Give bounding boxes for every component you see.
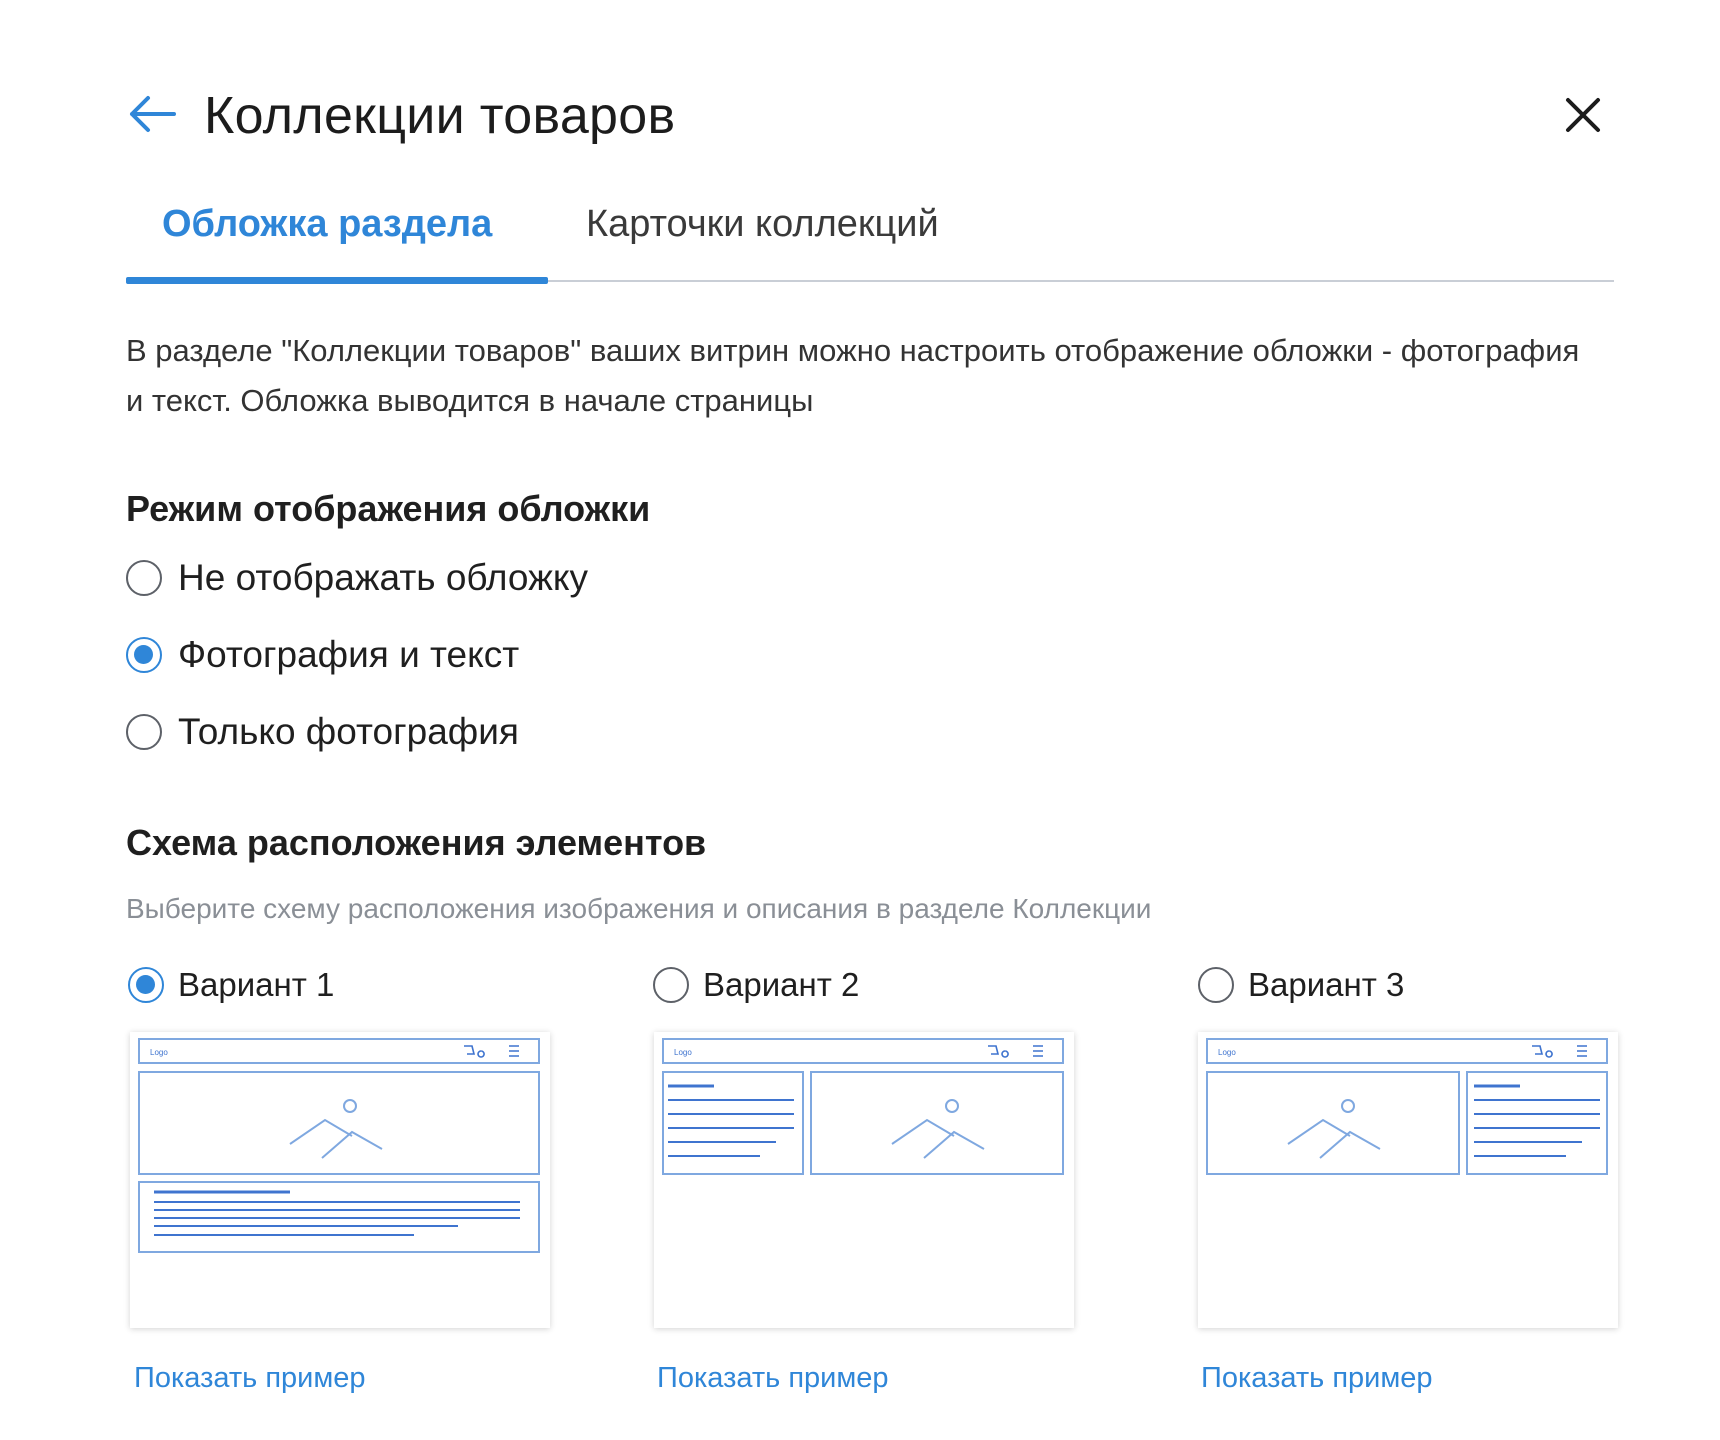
layout-scheme-hint: Выберите схему расположения изображения … bbox=[126, 893, 1152, 924]
preview-logo-text: Logo bbox=[150, 1048, 168, 1057]
radio-label: Фотография и текст bbox=[178, 634, 520, 675]
layout-preview-variant-3[interactable]: Logo bbox=[1198, 1032, 1618, 1328]
radio-button[interactable] bbox=[126, 560, 162, 596]
cover-mode-option-photo-only[interactable]: Только фотография bbox=[126, 707, 519, 757]
layout-variant-3[interactable]: Вариант 3 bbox=[1198, 960, 1404, 1010]
close-icon[interactable] bbox=[1564, 96, 1602, 134]
radio-button[interactable] bbox=[126, 714, 162, 750]
layout-variant-2[interactable]: Вариант 2 bbox=[653, 960, 859, 1010]
tabs: Обложка раздела Карточки коллекций bbox=[126, 180, 1614, 284]
collections-settings-panel: Коллекции товаров Обложка раздела Карточ… bbox=[0, 0, 1720, 1440]
preview-logo-text: Logo bbox=[1218, 1048, 1236, 1057]
wireframe-illustration: Logo bbox=[662, 1038, 1064, 1175]
radio-button[interactable] bbox=[126, 637, 162, 673]
radio-label: Только фотография bbox=[178, 711, 519, 752]
active-tab-indicator bbox=[126, 277, 548, 284]
cover-mode-title: Режим отображения обложки bbox=[126, 488, 651, 529]
radio-label: Вариант 3 bbox=[1248, 966, 1405, 1003]
show-example-link-3[interactable]: Показать пример bbox=[1201, 1356, 1433, 1400]
cover-mode-option-photo-text[interactable]: Фотография и текст bbox=[126, 630, 519, 680]
layout-variant-1[interactable]: Вариант 1 bbox=[128, 960, 334, 1010]
radio-label: Вариант 2 bbox=[703, 966, 860, 1003]
radio-button[interactable] bbox=[1198, 967, 1234, 1003]
preview-logo-text: Logo bbox=[674, 1048, 692, 1057]
layout-preview-variant-2[interactable]: Logo bbox=[654, 1032, 1074, 1328]
radio-label: Не отображать обложку bbox=[178, 557, 588, 598]
tab-cover[interactable]: Обложка раздела bbox=[162, 194, 492, 254]
wireframe-illustration: Logo bbox=[138, 1038, 540, 1253]
radio-button[interactable] bbox=[128, 967, 164, 1003]
intro-text: В разделе "Коллекции товаров" ваших витр… bbox=[126, 333, 1580, 418]
radio-button[interactable] bbox=[653, 967, 689, 1003]
cover-mode-option-none[interactable]: Не отображать обложку bbox=[126, 553, 588, 603]
show-example-link-1[interactable]: Показать пример bbox=[134, 1356, 366, 1400]
tab-collection-cards[interactable]: Карточки коллекций bbox=[586, 194, 939, 254]
layout-preview-variant-1[interactable]: Logo bbox=[130, 1032, 550, 1328]
layout-scheme-title: Схема расположения элементов bbox=[126, 822, 707, 863]
wireframe-illustration: Logo bbox=[1206, 1038, 1608, 1175]
page-title: Коллекции товаров bbox=[204, 87, 676, 145]
radio-label: Вариант 1 bbox=[178, 966, 335, 1003]
show-example-link-2[interactable]: Показать пример bbox=[657, 1356, 889, 1400]
arrow-left-icon[interactable] bbox=[126, 92, 178, 136]
